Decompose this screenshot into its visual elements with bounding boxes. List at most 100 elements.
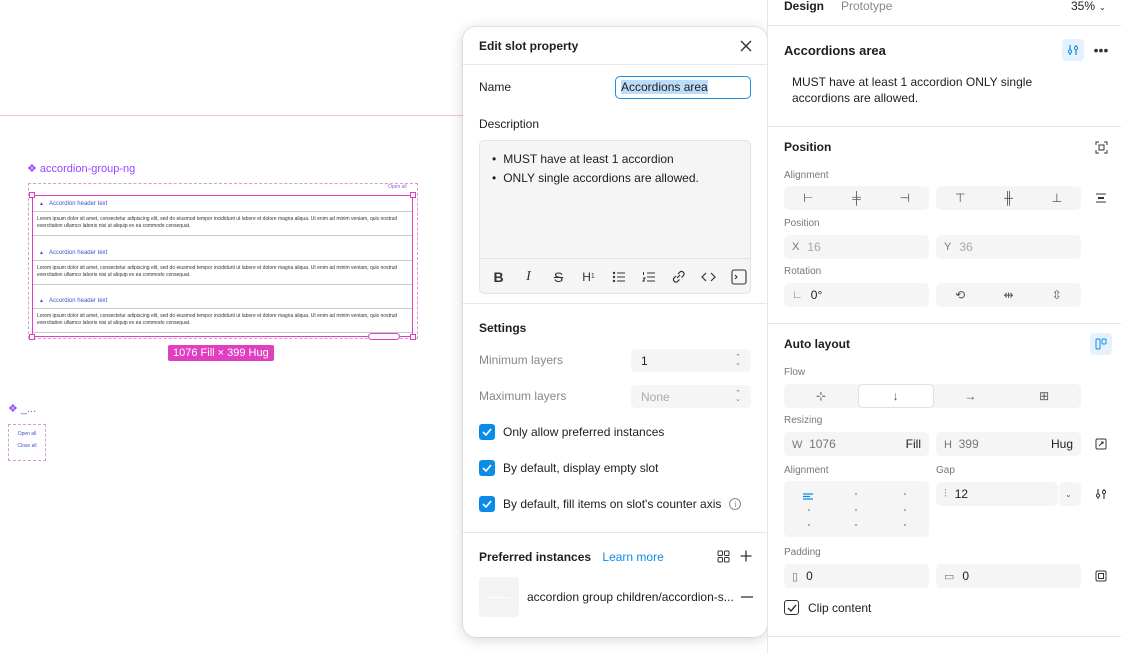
resize-to-fit-icon[interactable] [1090,433,1112,455]
format-toolbar: B I S H1 [480,258,750,294]
italic-icon[interactable]: I [519,267,538,286]
rotation-label: Rotation [784,266,822,277]
strikethrough-icon[interactable]: S [549,267,568,286]
close-all-link[interactable]: Close all [9,443,45,449]
max-layers-placeholder: None [641,389,670,404]
distribute-icon[interactable] [1090,187,1112,209]
resize-handle[interactable] [410,334,416,340]
gap-dropdown[interactable]: ⌄ [1059,482,1081,506]
auto-layout-title: Auto layout [784,337,850,351]
preferred-instances-title: Preferred instances Learn more [479,550,664,564]
padding-vertical-field[interactable]: ▭ 0 [936,564,1081,588]
open-all-link[interactable]: Open all [9,431,45,437]
y-field[interactable]: Y 36 [936,235,1081,259]
divider [463,64,767,65]
focus-frame-icon[interactable] [1090,136,1112,158]
heading-icon[interactable]: H1 [579,267,598,286]
stepper-arrows-icon[interactable]: ⌃ ⌄ [735,354,741,367]
slot-handle[interactable] [368,333,400,340]
tab-prototype[interactable]: Prototype [841,0,892,13]
width-field[interactable]: W 1076 Fill [784,432,929,456]
checkmark-icon[interactable] [479,460,495,476]
divider [768,126,1121,127]
dimension-badge: 1076 Fill × 399 Hug [168,345,274,361]
numbered-list-icon[interactable] [639,267,658,286]
flow-grid-icon[interactable]: ⊞ [1007,384,1081,408]
info-icon[interactable]: i [729,498,742,510]
code-block-icon[interactable] [729,267,748,286]
controls-frame[interactable]: Open all Close all [8,424,46,461]
angle-icon: ∟ [792,289,803,301]
resize-handle[interactable] [29,192,35,198]
flow-label: Flow [784,367,806,378]
bullet-list-icon[interactable] [609,267,628,286]
description-item: • MUST have at least 1 accordion [492,152,674,166]
settings-title: Settings [479,321,527,335]
height-field[interactable]: H 399 Hug [936,432,1081,456]
checkmark-icon[interactable] [479,496,495,512]
add-icon[interactable] [735,545,757,567]
dialog-title: Edit slot property [479,39,579,53]
description-item: • ONLY single accordions are allowed. [492,171,699,185]
min-layers-value: 1 [641,353,648,368]
x-field[interactable]: X 16 [784,235,929,259]
checkbox-label: By default, fill items on slot's counter… [503,497,722,511]
flow-horizontal-icon[interactable]: → [934,384,1008,408]
horizontal-align-group: ⊢ ╪ ⊣ [784,186,929,210]
open-all-link[interactable]: Open all [388,184,407,190]
selection-frame[interactable] [32,195,413,337]
description-list: • MUST have at least 1 accordion • ONLY si… [480,141,750,188]
description-editor[interactable]: • MUST have at least 1 accordion • ONLY si… [479,140,751,294]
flow-freeform-icon[interactable]: ⊹ [784,384,858,408]
align-bottom-icon[interactable]: ⊥ [1033,186,1081,210]
tab-design[interactable]: Design [784,0,824,13]
bold-icon[interactable]: B [489,267,508,286]
max-layers-stepper[interactable]: None ⌃ ⌄ [631,385,751,408]
grid-icon[interactable] [712,545,734,567]
resize-handle[interactable] [29,334,35,340]
align-center-h-icon[interactable]: ╪ [832,186,880,210]
code-icon[interactable] [699,267,718,286]
resize-handle[interactable] [410,192,416,198]
padding-horizontal-field[interactable]: ▯ 0 [784,564,929,588]
align-left-icon[interactable]: ⊢ [784,186,832,210]
padding-vertical-icon: ▭ [944,570,955,583]
component-label[interactable]: ❖ accordion-group-ng [27,162,135,176]
close-button[interactable] [738,38,754,54]
checkmark-icon[interactable] [784,600,799,615]
flow-vertical-icon[interactable]: ↓ [857,384,934,408]
display-empty-slot-checkbox[interactable]: By default, display empty slot [479,460,658,476]
stepper-arrows-icon[interactable]: ⌃ ⌄ [735,390,741,403]
learn-more-link[interactable]: Learn more [602,550,663,564]
align-top-left-icon[interactable] [803,489,814,500]
layout-settings-icon[interactable] [1090,483,1112,505]
remove-icon[interactable] [736,586,758,608]
alignment-grid[interactable] [784,481,929,537]
gap-field[interactable]: ⫶ 12 [936,482,1058,506]
padding-label: Padding [784,547,821,558]
preferred-instance-name: accordion group children/accordion-s... [527,590,734,604]
flow-selector: ⊹ ↓ → ⊞ [784,384,1081,408]
zoom-dropdown[interactable]: 35% ⌄ [1071,0,1106,13]
slot-settings-icon[interactable] [1062,39,1084,61]
flip-vertical-icon[interactable]: ⇳ [1033,283,1081,307]
rotation-field[interactable]: ∟ 0° [784,283,929,307]
clip-content-checkbox[interactable]: Clip content [784,600,871,615]
auto-layout-icon[interactable] [1090,333,1112,355]
checkmark-icon[interactable] [479,424,495,440]
link-icon[interactable] [669,267,688,286]
align-top-icon[interactable]: ⊤ [936,186,984,210]
min-layers-stepper[interactable]: 1 ⌃ ⌄ [631,349,751,372]
preferred-only-checkbox[interactable]: Only allow preferred instances [479,424,664,440]
align-right-icon[interactable]: ⊣ [881,186,929,210]
name-field[interactable]: Accordions area [615,76,751,99]
align-center-v-icon[interactable]: ╫ [984,186,1032,210]
component-name: _... [20,402,37,415]
individual-padding-icon[interactable] [1090,565,1112,587]
rotate-icon[interactable]: ⟲ [936,283,984,307]
fill-counter-axis-checkbox[interactable]: By default, fill items on slot's counter… [479,496,742,512]
flip-horizontal-icon[interactable]: ⇹ [984,283,1032,307]
component-label-2[interactable]: ❖ _... [8,402,37,416]
gap-icon: ⫶ [944,487,947,500]
more-options-icon[interactable]: ••• [1090,39,1112,61]
